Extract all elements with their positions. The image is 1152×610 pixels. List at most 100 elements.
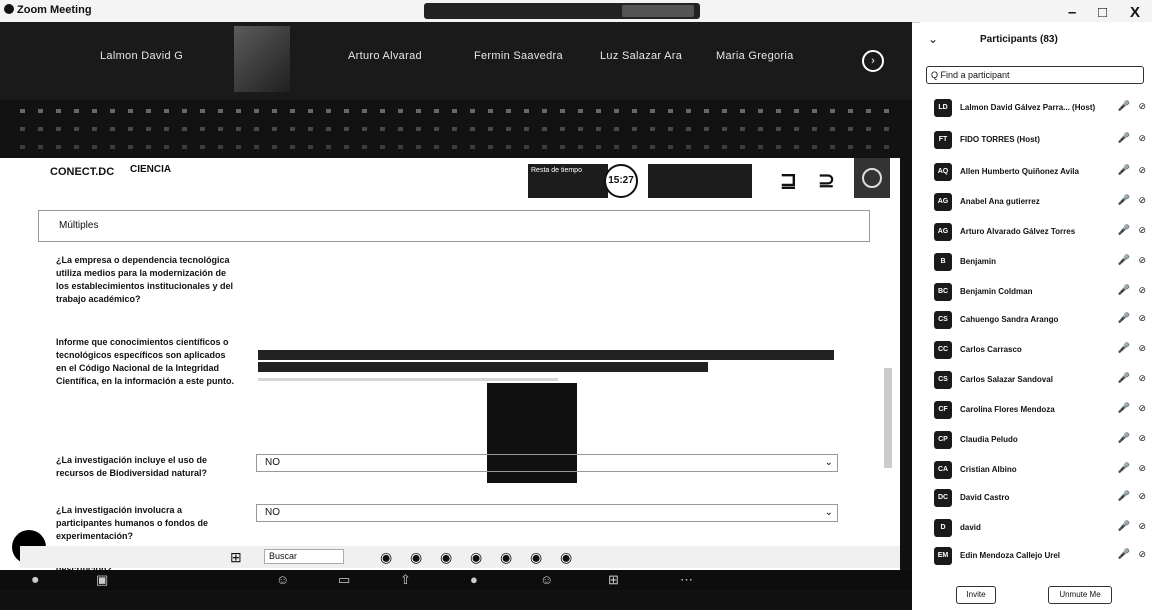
participant-row[interactable]: CC Carlos Carrasco 🎤 ⊘ (920, 338, 1152, 362)
camera-off-icon[interactable]: ⊘ (1138, 433, 1146, 444)
participant-row[interactable]: FT FIDO TORRES (Host) 🎤 ⊘ (920, 128, 1152, 152)
avatar: BC (934, 283, 952, 301)
mic-icon[interactable]: 🎤 (1118, 403, 1130, 414)
mic-icon[interactable]: 🎤 (1118, 165, 1130, 176)
video-name-1[interactable]: Lalmon David G (100, 50, 183, 62)
avatar: LD (934, 99, 952, 117)
mic-icon[interactable]: 🎤 (1118, 521, 1130, 532)
mic-icon[interactable]: 🎤 (1118, 255, 1130, 266)
mic-icon[interactable]: 🎤 (1118, 343, 1130, 354)
answer-select-2: NO ⌄ (256, 504, 838, 522)
video-name-3[interactable]: Fermin Saavedra (474, 50, 563, 62)
participant-name: FIDO TORRES (Host) (960, 135, 1040, 144)
mic-icon[interactable]: ⏺ (32, 572, 39, 588)
participant-row[interactable]: CS Carlos Salazar Sandoval 🎤 ⊘ (920, 368, 1152, 392)
taskbar-app-icon: ◉ (410, 549, 423, 565)
close-button[interactable]: X (1130, 4, 1140, 21)
share-controls[interactable] (622, 5, 694, 17)
camera-off-icon[interactable]: ⊘ (1138, 101, 1146, 112)
participant-row[interactable]: B Benjamin 🎤 ⊘ (920, 250, 1152, 274)
camera-off-icon[interactable]: ⊘ (1138, 225, 1146, 236)
mic-icon[interactable]: 🎤 (1118, 133, 1130, 144)
logo-secondary: CIENCIA (130, 164, 172, 175)
apps-icon[interactable]: ⊞ (608, 572, 619, 588)
camera-off-icon[interactable]: ⊘ (1138, 133, 1146, 144)
reactions-icon[interactable]: ☺ (540, 572, 553, 587)
question-3: ¿La investigación incluye el uso de recu… (56, 455, 208, 478)
video-name-5[interactable]: Maria Gregoria (716, 50, 794, 62)
participants-icon[interactable]: ☺ (276, 572, 289, 587)
mic-icon[interactable]: 🎤 (1118, 313, 1130, 324)
avatar: D (934, 519, 952, 537)
mic-icon[interactable]: 🎤 (1118, 491, 1130, 502)
chat-icon[interactable]: ▭ (338, 572, 350, 588)
arrow-right-icon[interactable]: › (862, 50, 884, 72)
section-header-label: Múltiples (59, 220, 99, 231)
video-name-4[interactable]: Luz Salazar Ara (600, 50, 682, 62)
mic-icon[interactable]: 🎤 (1118, 373, 1130, 384)
invite-button[interactable]: Invite (956, 586, 996, 604)
answer-select-1: NO ⌄ (256, 454, 838, 472)
participant-name: Edin Mendoza Callejo Urel (960, 551, 1061, 560)
app-title: Zoom Meeting (4, 4, 92, 16)
participant-row[interactable]: CP Claudia Peludo 🎤 ⊘ (920, 428, 1152, 452)
participant-row[interactable]: CF Carolina Flores Mendoza 🎤 ⊘ (920, 398, 1152, 422)
nav-icon-2: ⊇ (818, 170, 835, 192)
camera-off-icon[interactable]: ⊘ (1138, 463, 1146, 474)
chevron-down-icon[interactable]: ⌄ (928, 32, 938, 46)
video-name-2[interactable]: Arturo Alvarad (348, 50, 422, 62)
video-strip: Lalmon David G Arturo Alvarad Fermin Saa… (0, 22, 912, 100)
participant-name: Arturo Alvarado Gálvez Torres (960, 227, 1076, 236)
camera-off-icon[interactable]: ⊘ (1138, 195, 1146, 206)
video-icon[interactable]: ▣ (96, 572, 108, 588)
shared-screen: Lalmon David G Arturo Alvarad Fermin Saa… (0, 22, 912, 610)
question-1: ¿La empresa o dependencia tecnológica ut… (56, 255, 234, 304)
participant-search-placeholder: Find a participant (940, 70, 1010, 80)
profile-icon (854, 158, 890, 198)
camera-off-icon[interactable]: ⊘ (1138, 285, 1146, 296)
participant-row[interactable]: EM Edin Mendoza Callejo Urel 🎤 ⊘ (920, 544, 1152, 568)
mic-icon[interactable]: 🎤 (1118, 549, 1130, 560)
participant-row[interactable]: AG Arturo Alvarado Gálvez Torres 🎤 ⊘ (920, 220, 1152, 244)
shared-document: CONECT.DC CIENCIA Resta de tiempo 15:27 … (0, 158, 900, 574)
camera-off-icon[interactable]: ⊘ (1138, 255, 1146, 266)
unmute-me-button[interactable]: Unmute Me (1048, 586, 1112, 604)
mic-icon[interactable]: 🎤 (1118, 285, 1130, 296)
maximize-button[interactable]: □ (1098, 4, 1107, 21)
record-icon[interactable]: ● (470, 572, 478, 587)
mic-icon[interactable]: 🎤 (1118, 195, 1130, 206)
camera-off-icon[interactable]: ⊘ (1138, 491, 1146, 502)
timer-label: Resta de tiempo (528, 164, 608, 198)
document-scrollbar (884, 368, 892, 468)
participant-row[interactable]: DC David Castro 🎤 ⊘ (920, 486, 1152, 510)
mic-icon[interactable]: 🎤 (1118, 463, 1130, 474)
taskbar-app-icon: ◉ (530, 549, 543, 565)
participant-row[interactable]: LD Lalmon David Gálvez Parra... (Host) 🎤 ⊘ (920, 96, 1152, 120)
camera-off-icon[interactable]: ⊘ (1138, 165, 1146, 176)
mic-icon[interactable]: 🎤 (1118, 101, 1130, 112)
participant-row[interactable]: CA Cristian Albino 🎤 ⊘ (920, 458, 1152, 482)
mic-icon[interactable]: 🎤 (1118, 433, 1130, 444)
participant-row[interactable]: CS Cahuengo Sandra Arango 🎤 ⊘ (920, 308, 1152, 332)
camera-off-icon[interactable]: ⊘ (1138, 403, 1146, 414)
camera-off-icon[interactable]: ⊘ (1138, 313, 1146, 324)
participant-name: Claudia Peludo (960, 435, 1018, 444)
participant-row[interactable]: AG Anabel Ana gutierrez 🎤 ⊘ (920, 190, 1152, 214)
participant-row[interactable]: Ddavid 🎤 ⊘ (920, 516, 1152, 540)
camera-off-icon[interactable]: ⊘ (1138, 343, 1146, 354)
participant-search-input[interactable]: Q Find a participant (926, 66, 1144, 84)
more-icon[interactable]: ⋯ (680, 572, 693, 588)
camera-off-icon[interactable]: ⊘ (1138, 549, 1146, 560)
minimize-button[interactable]: – (1068, 4, 1076, 21)
taskbar-app-icon: ◉ (560, 549, 573, 565)
screen-share-bar[interactable] (424, 3, 700, 19)
camera-off-icon[interactable]: ⊘ (1138, 521, 1146, 532)
avatar: AQ (934, 163, 952, 181)
answer-value-1: NO (265, 457, 280, 468)
mic-icon[interactable]: 🎤 (1118, 225, 1130, 236)
participant-row[interactable]: AQ Allen Humberto Quiñonez Avila 🎤 ⊘ (920, 160, 1152, 184)
camera-off-icon[interactable]: ⊘ (1138, 373, 1146, 384)
remote-toolbar-2 (0, 120, 912, 138)
share-screen-icon[interactable]: ⇧ (400, 572, 411, 588)
participant-row[interactable]: BC Benjamin Coldman 🎤 ⊘ (920, 280, 1152, 304)
